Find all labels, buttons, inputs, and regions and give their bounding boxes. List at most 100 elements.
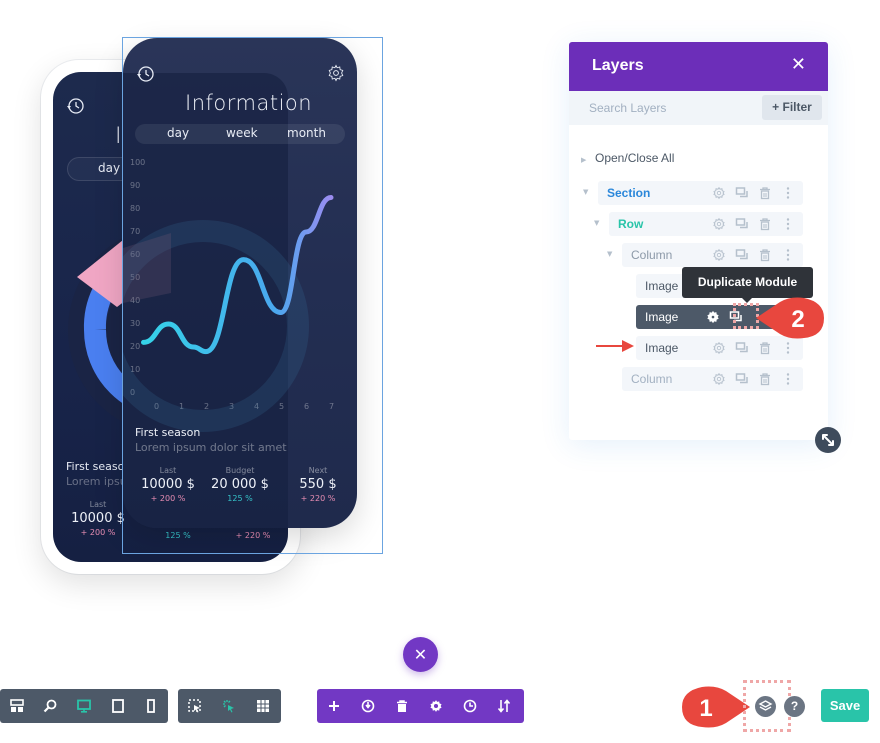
- front-donut-pink-ghost: [123, 233, 171, 303]
- layers-panel: Layers ✕ + Filter ▶ Open/Close All ▼ Sect…: [569, 42, 828, 440]
- layer-row-column[interactable]: Column: [622, 243, 803, 267]
- grid-mode-button[interactable]: [246, 689, 280, 723]
- caret-right-icon[interactable]: ▶: [581, 156, 586, 164]
- history-button[interactable]: [453, 689, 487, 723]
- front-stats-subtitle: Lorem ipsum dolor sit amet: [135, 441, 287, 454]
- front-stat-last: Last 10000 $ + 200 %: [133, 466, 203, 503]
- close-icon[interactable]: ✕: [791, 54, 806, 75]
- hover-mode-toolbar: [178, 689, 281, 723]
- front-stat-next-pct: + 220 %: [300, 494, 336, 503]
- trash-icon[interactable]: [758, 217, 772, 231]
- front-stats: First season Lorem ipsum dolor sit amet: [135, 426, 350, 454]
- trash-icon[interactable]: [758, 341, 772, 355]
- layer-label: Column: [631, 372, 673, 386]
- search-layers-input[interactable]: [587, 97, 751, 119]
- page-actions-toolbar: [317, 689, 524, 723]
- more-icon[interactable]: [781, 341, 795, 355]
- sort-button[interactable]: [487, 689, 521, 723]
- tooltip-duplicate-module: Duplicate Module: [682, 267, 813, 303]
- duplicate-icon[interactable]: [735, 217, 749, 231]
- gear-icon[interactable]: [712, 217, 726, 231]
- save-button[interactable]: Save: [821, 689, 869, 722]
- caret-down-icon[interactable]: ▼: [583, 188, 588, 196]
- help-button[interactable]: ?: [784, 696, 805, 717]
- phone-icon: [147, 699, 156, 713]
- callout-1-number: 1: [699, 695, 712, 722]
- filter-button[interactable]: + Filter: [762, 95, 822, 120]
- back-title: I: [115, 124, 122, 149]
- layer-row-column[interactable]: Column: [622, 367, 803, 391]
- front-stat-budget: Budget 20 000 $ 125 %: [205, 466, 275, 503]
- arrow-right-icon: [596, 340, 634, 352]
- gear-icon[interactable]: [712, 248, 726, 262]
- wireframe-view-button[interactable]: [0, 689, 34, 723]
- desktop-icon: [77, 699, 91, 713]
- phone-mockup-front[interactable]: Information day week month 1009080706050…: [123, 38, 357, 528]
- layer-row-section[interactable]: Section: [598, 181, 803, 205]
- layer-label: Image: [645, 279, 679, 293]
- trash-icon: [397, 700, 407, 712]
- gear-icon[interactable]: [712, 341, 726, 355]
- gear-icon[interactable]: [706, 310, 720, 324]
- trash-button[interactable]: [385, 689, 419, 723]
- desktop-view-button[interactable]: [67, 689, 101, 723]
- duplicate-icon[interactable]: [735, 186, 749, 200]
- layer-label: Image: [645, 310, 679, 324]
- more-icon[interactable]: [781, 372, 795, 386]
- history-icon: [67, 98, 84, 114]
- gear-icon[interactable]: [712, 372, 726, 386]
- layers-title: Layers: [592, 57, 644, 74]
- duplicate-icon[interactable]: [735, 341, 749, 355]
- front-stat-next-value: 550 $: [299, 477, 337, 492]
- back-stat-budget-pct: 125 %: [165, 531, 191, 540]
- resize-handle[interactable]: [815, 427, 841, 453]
- settings-button[interactable]: [419, 689, 453, 723]
- layer-row-row[interactable]: Row: [609, 212, 803, 236]
- trash-icon[interactable]: [758, 248, 772, 262]
- sort-icon: [497, 699, 511, 713]
- front-stat-next-label: Next: [308, 466, 328, 475]
- portability-button[interactable]: [351, 689, 385, 723]
- layer-label: Image: [645, 341, 679, 355]
- front-stat-last-value: 10000 $: [141, 477, 195, 492]
- line-chart: [123, 195, 334, 432]
- trash-icon[interactable]: [758, 372, 772, 386]
- add-button[interactable]: [317, 689, 351, 723]
- layers-icon: [758, 700, 773, 711]
- front-stat-budget-value: 20 000 $: [211, 477, 269, 492]
- callout-2: 2: [756, 297, 824, 339]
- zoom-icon: [44, 699, 57, 713]
- close-page-settings-button[interactable]: ✕: [403, 637, 438, 672]
- callout-2-number: 2: [791, 306, 804, 333]
- caret-down-icon[interactable]: ▼: [594, 219, 599, 227]
- phone-view-button[interactable]: [134, 689, 168, 723]
- duplicate-icon[interactable]: [735, 248, 749, 262]
- back-stat-last-pct: + 200 %: [80, 528, 116, 537]
- click-mode-icon: [188, 699, 201, 713]
- click-mode-button[interactable]: [178, 689, 212, 723]
- zoom-view-button[interactable]: [34, 689, 68, 723]
- front-stat-next: Next 550 $ + 220 %: [283, 466, 353, 503]
- layer-label: Section: [607, 186, 651, 200]
- layers-search-bar: + Filter: [569, 91, 828, 125]
- front-stats-title: First season: [135, 426, 201, 439]
- hover-mode-icon: [223, 700, 234, 713]
- front-stat-last-pct: + 200 %: [150, 494, 186, 503]
- hover-mode-button[interactable]: [212, 689, 246, 723]
- duplicate-icon[interactable]: [735, 372, 749, 386]
- back-stat-next-pct: + 220 %: [235, 531, 271, 540]
- layers-header: Layers ✕: [569, 42, 828, 91]
- more-icon[interactable]: [781, 248, 795, 262]
- front-stat-last-label: Last: [159, 466, 177, 475]
- open-close-all[interactable]: Open/Close All: [595, 151, 674, 165]
- gear-icon[interactable]: [712, 186, 726, 200]
- tablet-view-button[interactable]: [101, 689, 135, 723]
- portability-icon: [361, 699, 375, 713]
- trash-icon[interactable]: [758, 186, 772, 200]
- grid-mode-icon: [257, 700, 269, 712]
- wireframe-icon: [9, 699, 24, 712]
- layers-button[interactable]: [755, 696, 776, 717]
- more-icon[interactable]: [781, 217, 795, 231]
- caret-down-icon[interactable]: ▼: [607, 250, 612, 258]
- more-icon[interactable]: [781, 186, 795, 200]
